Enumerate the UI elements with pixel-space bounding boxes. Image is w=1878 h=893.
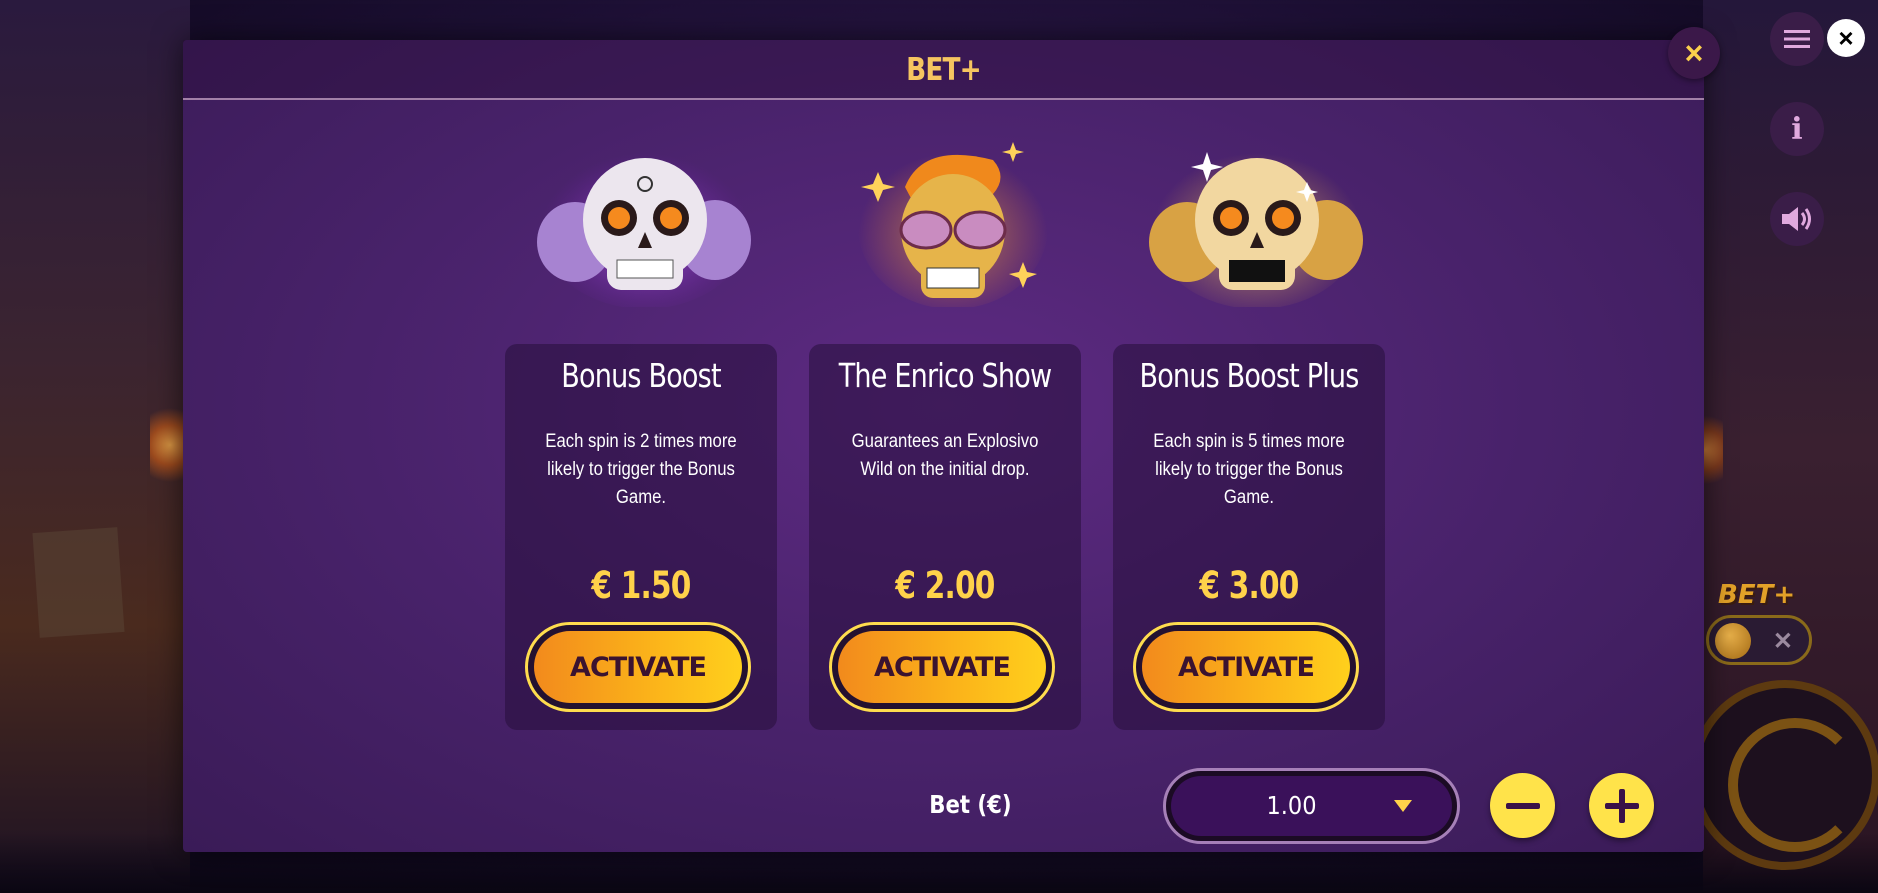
feature-title: Bonus Boost Plus xyxy=(1139,356,1359,395)
modal-title: BET+ xyxy=(906,52,982,88)
activate-label: ACTIVATE xyxy=(1142,631,1350,703)
wall-poster xyxy=(32,527,125,638)
betplus-toggle[interactable]: ✕ xyxy=(1706,615,1812,665)
sunglasses-skull-icon xyxy=(858,142,1048,307)
feature-title: Bonus Boost xyxy=(561,356,721,395)
bet-select-inner: 1.00 xyxy=(1171,776,1452,836)
sound-button[interactable] xyxy=(1770,192,1824,246)
purple-skull-icon xyxy=(537,145,751,307)
activate-button[interactable]: ACTIVATE xyxy=(525,622,751,712)
activate-label: ACTIVATE xyxy=(534,631,742,703)
feature-price: € 1.50 xyxy=(591,564,691,607)
close-game-button[interactable]: × xyxy=(1827,19,1865,57)
activate-button[interactable]: ACTIVATE xyxy=(1133,622,1359,712)
feature-description: Each spin is 2 times more likely to trig… xyxy=(545,431,737,508)
bet-label: Bet (€) xyxy=(929,790,1012,819)
hamburger-icon xyxy=(1784,30,1810,48)
increase-bet-button[interactable] xyxy=(1589,773,1654,838)
golden-skull-icon xyxy=(1149,145,1363,307)
betplus-modal: BET+ Bonus Boost Each spin is 2 times mo… xyxy=(183,40,1704,852)
betplus-logo: BET+ xyxy=(1718,580,1796,610)
activate-button[interactable]: ACTIVATE xyxy=(829,622,1055,712)
feature-price: € 3.00 xyxy=(1199,564,1299,607)
toggle-off-icon: ✕ xyxy=(1772,628,1793,655)
feature-card-bonus-boost: Bonus Boost Each spin is 2 times more li… xyxy=(505,344,777,730)
chevron-down-icon xyxy=(1394,800,1412,812)
menu-button[interactable] xyxy=(1770,12,1824,66)
feature-description: Each spin is 5 times more likely to trig… xyxy=(1153,431,1345,508)
close-icon: × xyxy=(1838,22,1854,53)
toggle-knob xyxy=(1715,623,1751,659)
modal-header: BET+ xyxy=(183,40,1704,100)
info-icon: i xyxy=(1791,111,1803,147)
feature-card-bonus-boost-plus: Bonus Boost Plus Each spin is 5 times mo… xyxy=(1113,344,1385,730)
feature-card-enrico-show: The Enrico Show Guarantees an Explosivo … xyxy=(809,344,1081,730)
minus-icon xyxy=(1505,802,1540,809)
activate-label: ACTIVATE xyxy=(838,631,1046,703)
feature-price: € 2.00 xyxy=(895,564,995,607)
feature-description: Guarantees an Explosivo Wild on the init… xyxy=(851,431,1039,480)
decrease-bet-button[interactable] xyxy=(1490,773,1555,838)
feature-title: The Enrico Show xyxy=(838,356,1052,395)
plus-icon-vertical xyxy=(1618,788,1625,823)
close-icon: × xyxy=(1684,34,1704,71)
speaker-icon xyxy=(1782,207,1811,231)
modal-close-button[interactable]: × xyxy=(1668,27,1720,79)
info-button[interactable]: i xyxy=(1770,102,1824,156)
bet-amount-select[interactable]: 1.00 xyxy=(1163,768,1460,844)
spin-button[interactable] xyxy=(1690,680,1878,870)
bet-value: 1.00 xyxy=(1266,791,1317,820)
